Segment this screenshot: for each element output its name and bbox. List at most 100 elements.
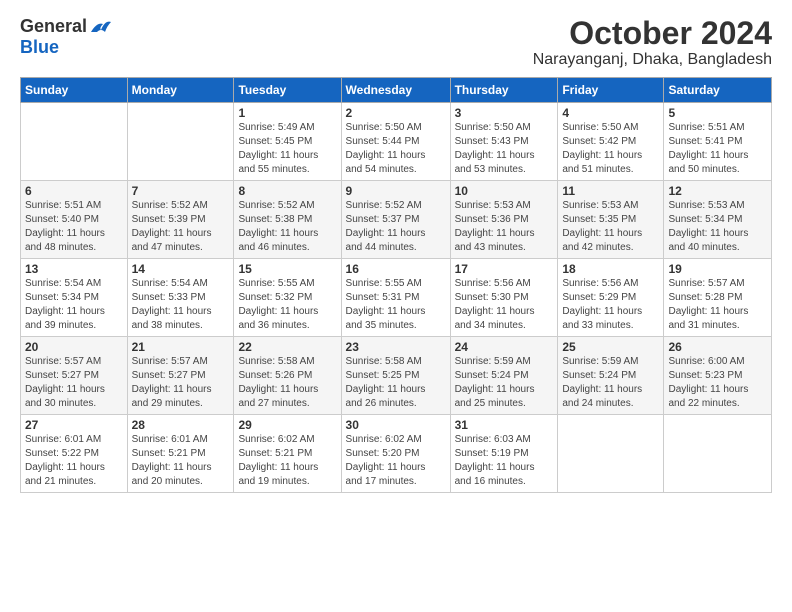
day-number: 15 (238, 262, 336, 276)
day-number: 29 (238, 418, 336, 432)
col-sunday: Sunday (21, 78, 128, 103)
day-info: Sunrise: 6:01 AM Sunset: 5:21 PM Dayligh… (132, 433, 230, 489)
table-row: 15Sunrise: 5:55 AM Sunset: 5:32 PM Dayli… (234, 259, 341, 337)
col-thursday: Thursday (450, 78, 558, 103)
day-number: 6 (25, 184, 123, 198)
day-info: Sunrise: 5:50 AM Sunset: 5:42 PM Dayligh… (562, 121, 659, 177)
day-info: Sunrise: 5:57 AM Sunset: 5:27 PM Dayligh… (132, 355, 230, 411)
table-row: 21Sunrise: 5:57 AM Sunset: 5:27 PM Dayli… (127, 337, 234, 415)
day-number: 16 (346, 262, 446, 276)
day-info: Sunrise: 5:52 AM Sunset: 5:38 PM Dayligh… (238, 199, 336, 255)
table-row (558, 415, 664, 493)
table-row: 16Sunrise: 5:55 AM Sunset: 5:31 PM Dayli… (341, 259, 450, 337)
day-number: 8 (238, 184, 336, 198)
col-wednesday: Wednesday (341, 78, 450, 103)
logo-blue-text: Blue (20, 37, 59, 58)
day-number: 25 (562, 340, 659, 354)
calendar-week-row: 13Sunrise: 5:54 AM Sunset: 5:34 PM Dayli… (21, 259, 772, 337)
table-row: 5Sunrise: 5:51 AM Sunset: 5:41 PM Daylig… (664, 103, 772, 181)
col-saturday: Saturday (664, 78, 772, 103)
day-info: Sunrise: 5:53 AM Sunset: 5:36 PM Dayligh… (455, 199, 554, 255)
table-row: 23Sunrise: 5:58 AM Sunset: 5:25 PM Dayli… (341, 337, 450, 415)
day-info: Sunrise: 5:55 AM Sunset: 5:32 PM Dayligh… (238, 277, 336, 333)
header: General Blue October 2024 Narayanganj, D… (20, 16, 772, 69)
table-row: 29Sunrise: 6:02 AM Sunset: 5:21 PM Dayli… (234, 415, 341, 493)
day-number: 7 (132, 184, 230, 198)
table-row: 13Sunrise: 5:54 AM Sunset: 5:34 PM Dayli… (21, 259, 128, 337)
table-row: 1Sunrise: 5:49 AM Sunset: 5:45 PM Daylig… (234, 103, 341, 181)
table-row: 20Sunrise: 5:57 AM Sunset: 5:27 PM Dayli… (21, 337, 128, 415)
day-info: Sunrise: 6:01 AM Sunset: 5:22 PM Dayligh… (25, 433, 123, 489)
day-number: 13 (25, 262, 123, 276)
day-info: Sunrise: 5:58 AM Sunset: 5:25 PM Dayligh… (346, 355, 446, 411)
day-number: 19 (668, 262, 767, 276)
page: General Blue October 2024 Narayanganj, D… (0, 0, 792, 612)
day-number: 21 (132, 340, 230, 354)
day-info: Sunrise: 5:54 AM Sunset: 5:34 PM Dayligh… (25, 277, 123, 333)
day-info: Sunrise: 5:50 AM Sunset: 5:43 PM Dayligh… (455, 121, 554, 177)
table-row (127, 103, 234, 181)
day-number: 9 (346, 184, 446, 198)
table-row: 24Sunrise: 5:59 AM Sunset: 5:24 PM Dayli… (450, 337, 558, 415)
day-number: 26 (668, 340, 767, 354)
day-info: Sunrise: 5:53 AM Sunset: 5:35 PM Dayligh… (562, 199, 659, 255)
table-row: 17Sunrise: 5:56 AM Sunset: 5:30 PM Dayli… (450, 259, 558, 337)
col-tuesday: Tuesday (234, 78, 341, 103)
day-info: Sunrise: 5:49 AM Sunset: 5:45 PM Dayligh… (238, 121, 336, 177)
day-info: Sunrise: 5:50 AM Sunset: 5:44 PM Dayligh… (346, 121, 446, 177)
day-number: 27 (25, 418, 123, 432)
table-row: 30Sunrise: 6:02 AM Sunset: 5:20 PM Dayli… (341, 415, 450, 493)
table-row: 28Sunrise: 6:01 AM Sunset: 5:21 PM Dayli… (127, 415, 234, 493)
table-row: 7Sunrise: 5:52 AM Sunset: 5:39 PM Daylig… (127, 181, 234, 259)
day-number: 5 (668, 106, 767, 120)
day-number: 30 (346, 418, 446, 432)
table-row: 12Sunrise: 5:53 AM Sunset: 5:34 PM Dayli… (664, 181, 772, 259)
day-number: 3 (455, 106, 554, 120)
day-info: Sunrise: 5:56 AM Sunset: 5:29 PM Dayligh… (562, 277, 659, 333)
table-row: 14Sunrise: 5:54 AM Sunset: 5:33 PM Dayli… (127, 259, 234, 337)
day-info: Sunrise: 5:55 AM Sunset: 5:31 PM Dayligh… (346, 277, 446, 333)
table-row: 25Sunrise: 5:59 AM Sunset: 5:24 PM Dayli… (558, 337, 664, 415)
day-info: Sunrise: 5:52 AM Sunset: 5:37 PM Dayligh… (346, 199, 446, 255)
table-row: 2Sunrise: 5:50 AM Sunset: 5:44 PM Daylig… (341, 103, 450, 181)
table-row: 27Sunrise: 6:01 AM Sunset: 5:22 PM Dayli… (21, 415, 128, 493)
day-number: 1 (238, 106, 336, 120)
logo: General Blue (20, 16, 111, 58)
day-number: 20 (25, 340, 123, 354)
day-number: 17 (455, 262, 554, 276)
table-row: 8Sunrise: 5:52 AM Sunset: 5:38 PM Daylig… (234, 181, 341, 259)
table-row: 18Sunrise: 5:56 AM Sunset: 5:29 PM Dayli… (558, 259, 664, 337)
logo-bird-icon (89, 18, 111, 36)
day-number: 23 (346, 340, 446, 354)
month-title: October 2024 (533, 16, 772, 51)
day-number: 11 (562, 184, 659, 198)
day-number: 18 (562, 262, 659, 276)
table-row: 31Sunrise: 6:03 AM Sunset: 5:19 PM Dayli… (450, 415, 558, 493)
day-info: Sunrise: 5:52 AM Sunset: 5:39 PM Dayligh… (132, 199, 230, 255)
title-area: October 2024 Narayanganj, Dhaka, Banglad… (533, 16, 772, 69)
table-row (664, 415, 772, 493)
calendar-week-row: 1Sunrise: 5:49 AM Sunset: 5:45 PM Daylig… (21, 103, 772, 181)
col-monday: Monday (127, 78, 234, 103)
day-info: Sunrise: 6:02 AM Sunset: 5:21 PM Dayligh… (238, 433, 336, 489)
day-number: 14 (132, 262, 230, 276)
calendar-week-row: 27Sunrise: 6:01 AM Sunset: 5:22 PM Dayli… (21, 415, 772, 493)
day-number: 10 (455, 184, 554, 198)
day-number: 22 (238, 340, 336, 354)
table-row: 4Sunrise: 5:50 AM Sunset: 5:42 PM Daylig… (558, 103, 664, 181)
table-row (21, 103, 128, 181)
col-friday: Friday (558, 78, 664, 103)
table-row: 19Sunrise: 5:57 AM Sunset: 5:28 PM Dayli… (664, 259, 772, 337)
day-number: 4 (562, 106, 659, 120)
day-info: Sunrise: 5:51 AM Sunset: 5:41 PM Dayligh… (668, 121, 767, 177)
day-number: 12 (668, 184, 767, 198)
calendar-week-row: 6Sunrise: 5:51 AM Sunset: 5:40 PM Daylig… (21, 181, 772, 259)
calendar-header-row: Sunday Monday Tuesday Wednesday Thursday… (21, 78, 772, 103)
day-number: 31 (455, 418, 554, 432)
day-info: Sunrise: 5:59 AM Sunset: 5:24 PM Dayligh… (455, 355, 554, 411)
location: Narayanganj, Dhaka, Bangladesh (533, 51, 772, 69)
day-info: Sunrise: 5:57 AM Sunset: 5:27 PM Dayligh… (25, 355, 123, 411)
day-info: Sunrise: 5:57 AM Sunset: 5:28 PM Dayligh… (668, 277, 767, 333)
calendar-week-row: 20Sunrise: 5:57 AM Sunset: 5:27 PM Dayli… (21, 337, 772, 415)
day-info: Sunrise: 5:53 AM Sunset: 5:34 PM Dayligh… (668, 199, 767, 255)
